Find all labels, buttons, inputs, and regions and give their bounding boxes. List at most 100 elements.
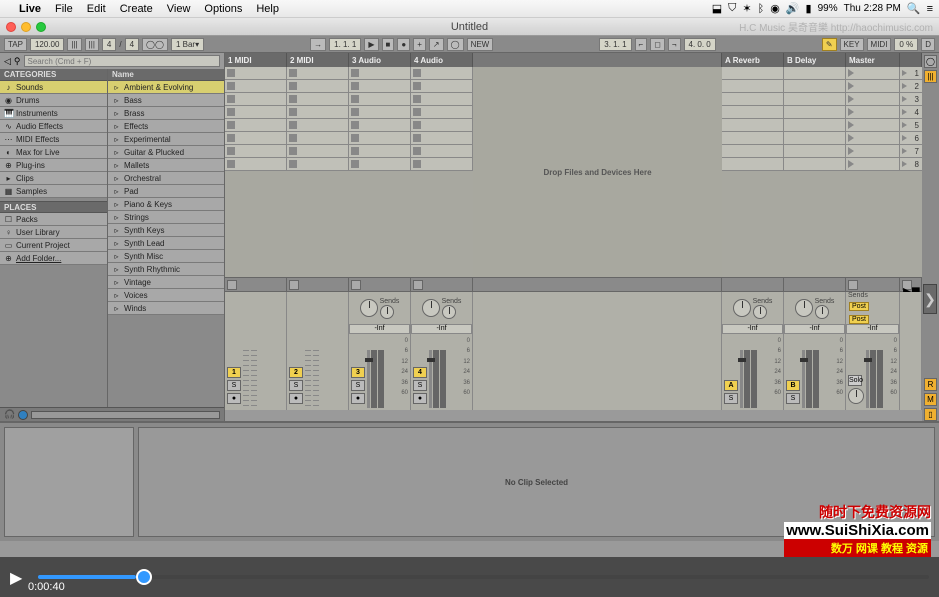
video-progress-bar[interactable] <box>38 575 929 579</box>
category-item-instruments[interactable]: 🎹Instruments <box>0 107 107 120</box>
preview-button[interactable] <box>18 410 28 420</box>
io-toggle-1[interactable] <box>227 280 237 290</box>
clip-slot[interactable] <box>784 119 846 132</box>
clip-slot[interactable] <box>846 132 900 145</box>
mixer-toggle[interactable]: M <box>924 393 937 406</box>
scene-launch-5[interactable]: 5 <box>900 119 922 132</box>
clip-slot[interactable] <box>846 80 900 93</box>
clock[interactable]: Thu 2:28 PM <box>844 3 901 14</box>
scene-launch-1[interactable]: 1 <box>900 67 922 80</box>
place-item-user-library[interactable]: ♀User Library <box>0 226 107 239</box>
clip-slot[interactable] <box>225 106 287 119</box>
clip-slot[interactable] <box>411 145 473 158</box>
volume-fader[interactable] <box>367 350 370 408</box>
punch-out-button[interactable]: ¬ <box>668 38 681 51</box>
browser-item[interactable]: ▹Strings <box>108 211 224 224</box>
menu-file[interactable]: File <box>48 3 80 15</box>
clip-slot[interactable] <box>287 145 349 158</box>
clip-slot[interactable] <box>722 93 784 106</box>
preview-slider[interactable] <box>31 411 220 419</box>
search-input[interactable] <box>24 55 220 67</box>
loop-button[interactable]: ◻ <box>650 38 665 51</box>
browser-item[interactable]: ▹Synth Rhythmic <box>108 263 224 276</box>
pan-knob[interactable] <box>733 299 751 317</box>
category-item-clips[interactable]: ▸Clips <box>0 172 107 185</box>
arm-button[interactable]: ● <box>351 393 365 404</box>
midi-map-button[interactable]: MIDI <box>867 38 892 51</box>
clip-slot[interactable] <box>846 119 900 132</box>
tempo-field[interactable]: 120.00 <box>30 38 64 51</box>
browser-item[interactable]: ▹Winds <box>108 302 224 315</box>
stop-button[interactable]: ■ <box>382 38 395 51</box>
browser-item[interactable]: ▹Experimental <box>108 133 224 146</box>
crossfade-toggle[interactable]: ▯ <box>924 408 937 421</box>
clip-slot[interactable] <box>784 106 846 119</box>
nudge-up-button[interactable]: ||| <box>85 38 99 51</box>
battery-icon[interactable]: ▮ <box>806 2 812 15</box>
track-activator[interactable]: 1 <box>227 367 241 378</box>
clip-slot[interactable] <box>846 93 900 106</box>
bluetooth-icon[interactable]: ᛒ <box>758 3 765 15</box>
clip-slot[interactable] <box>287 106 349 119</box>
minimize-window-button[interactable] <box>21 22 31 32</box>
track-header-3[interactable]: 3 Audio <box>349 53 411 67</box>
clip-slot[interactable] <box>225 93 287 106</box>
post-button[interactable]: Post <box>849 302 869 311</box>
return-activator[interactable]: A <box>724 380 738 391</box>
automation-arm-button[interactable]: ↗ <box>429 38 444 51</box>
clip-slot[interactable] <box>846 106 900 119</box>
zoom-window-button[interactable] <box>36 22 46 32</box>
send-knob[interactable] <box>380 305 394 319</box>
clip-slot[interactable] <box>225 158 287 171</box>
clip-slot[interactable] <box>784 132 846 145</box>
solo-button[interactable]: S <box>227 380 241 391</box>
clip-slot[interactable] <box>411 80 473 93</box>
play-button[interactable]: ▶ <box>364 38 378 51</box>
metronome-button[interactable]: ◯◯ <box>142 38 168 51</box>
collapse-browser-icon[interactable]: ◁ <box>4 56 11 67</box>
arm-button[interactable]: ● <box>413 393 427 404</box>
clip-slot[interactable] <box>722 132 784 145</box>
scene-launch-3[interactable]: 3 <box>900 93 922 106</box>
capture-button[interactable]: NEW <box>467 38 494 51</box>
io-toggle-2[interactable] <box>289 280 299 290</box>
clip-slot[interactable] <box>349 80 411 93</box>
scene-launch-7[interactable]: 7 <box>900 145 922 158</box>
category-item-sounds[interactable]: ♪Sounds <box>0 81 107 94</box>
category-item-max-for-live[interactable]: ◐Max for Live <box>0 146 107 159</box>
clip-slot[interactable] <box>349 132 411 145</box>
cue-knob[interactable] <box>848 388 864 404</box>
clip-slot[interactable] <box>722 145 784 158</box>
timesig-num[interactable]: 4 <box>102 38 116 51</box>
volume-display[interactable]: -Inf <box>846 324 899 334</box>
quantize-field[interactable]: 1 Bar ▾ <box>171 38 204 51</box>
notification-icon[interactable]: ≡ <box>927 3 933 15</box>
place-item-packs[interactable]: ☐Packs <box>0 213 107 226</box>
clip-slot[interactable] <box>287 119 349 132</box>
category-item-samples[interactable]: ▦Samples <box>0 185 107 198</box>
solo-button[interactable]: Solo <box>848 375 862 386</box>
clip-slot[interactable] <box>411 158 473 171</box>
clip-slot[interactable] <box>225 67 287 80</box>
menu-app[interactable]: Live <box>12 3 48 15</box>
menu-help[interactable]: Help <box>249 3 286 15</box>
browser-item[interactable]: ▹Bass <box>108 94 224 107</box>
dropbox-icon[interactable]: ⬓ <box>712 2 722 15</box>
category-item-audio-effects[interactable]: ∿Audio Effects <box>0 120 107 133</box>
menu-create[interactable]: Create <box>113 3 160 15</box>
clip-slot[interactable] <box>287 93 349 106</box>
clip-slot[interactable] <box>287 80 349 93</box>
timesig-den[interactable]: 4 <box>125 38 139 51</box>
clip-slot[interactable] <box>784 80 846 93</box>
browser-item[interactable]: ▹Brass <box>108 107 224 120</box>
menu-options[interactable]: Options <box>197 3 249 15</box>
clip-slot[interactable] <box>846 67 900 80</box>
follow-button[interactable]: → <box>310 38 326 51</box>
browser-item[interactable]: ▹Pad <box>108 185 224 198</box>
clip-slot[interactable] <box>411 119 473 132</box>
io-toggle-3[interactable] <box>351 280 361 290</box>
close-window-button[interactable] <box>6 22 16 32</box>
track-activator[interactable]: 4 <box>413 367 427 378</box>
clip-slot[interactable] <box>349 93 411 106</box>
record-button[interactable]: ● <box>397 38 410 51</box>
